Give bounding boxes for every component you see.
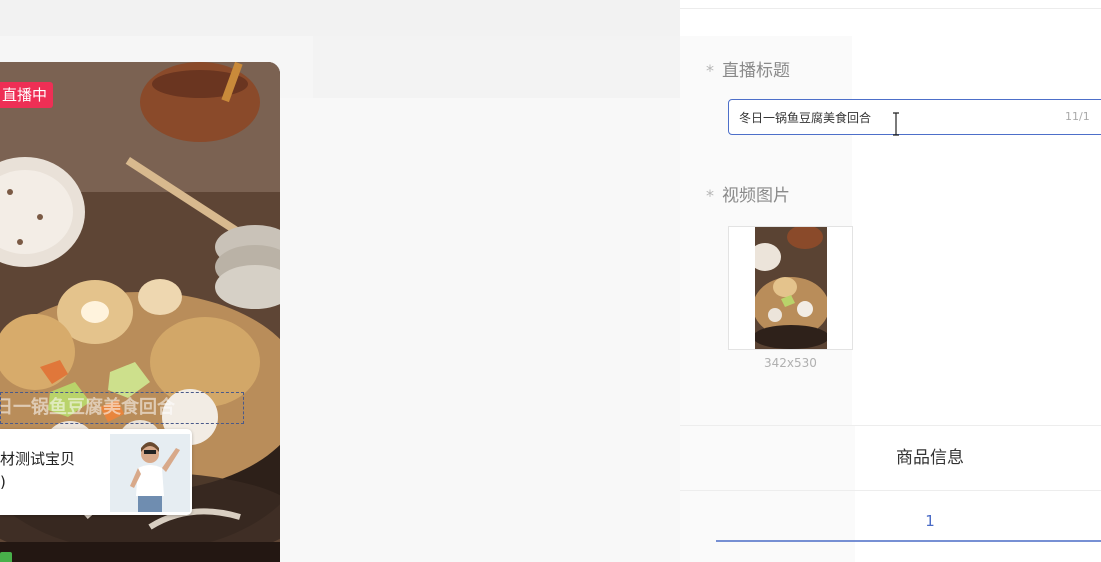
- canvas-mid-band: [313, 36, 680, 98]
- preview-title-overlay[interactable]: 日一锅鱼豆腐美食回合: [0, 392, 244, 424]
- video-image-size: 342x530: [764, 356, 817, 370]
- live-title-label-text: 直播标题: [722, 61, 790, 81]
- model-photo-icon: [110, 434, 190, 512]
- product-name: 材测试宝贝: [0, 450, 76, 468]
- text-cursor-icon: [893, 112, 899, 136]
- canvas-top-band: [0, 0, 680, 36]
- live-title-label: * 直播标题: [706, 56, 790, 81]
- form-section-right: [852, 36, 1101, 426]
- product-card[interactable]: 材测试宝贝 ): [0, 429, 192, 515]
- active-tab-underline: [716, 540, 1101, 542]
- product-price: ): [0, 473, 6, 491]
- panel-top-divider: [680, 8, 1101, 9]
- oden-thumb-icon: [755, 227, 827, 349]
- live-title-input[interactable]: [728, 99, 1101, 135]
- live-status-badge: 直播中: [0, 82, 54, 108]
- video-image-thumbnail: [755, 227, 827, 349]
- live-preview-card: 直播中 日一锅鱼豆腐美食回合 材测试宝贝 ): [0, 62, 280, 562]
- video-image-label-text: 视频图片: [722, 186, 790, 206]
- tab-divider: [680, 490, 1101, 491]
- properties-panel: * 直播标题 11/1 * 视频图片 342x530 商品信息 1: [680, 0, 1101, 562]
- page-number[interactable]: 1: [855, 512, 1005, 530]
- tab-goods-info[interactable]: 商品信息: [855, 443, 1005, 468]
- title-char-count: 11/1: [1065, 110, 1090, 123]
- product-thumbnail: [110, 434, 190, 512]
- video-image-upload[interactable]: [728, 226, 853, 350]
- required-mark: *: [706, 186, 714, 205]
- required-mark: *: [706, 61, 714, 80]
- video-image-label: * 视频图片: [706, 181, 790, 206]
- product-tag-icon: [0, 552, 12, 562]
- editor-canvas: 直播中 日一锅鱼豆腐美食回合 材测试宝贝 ): [0, 0, 680, 562]
